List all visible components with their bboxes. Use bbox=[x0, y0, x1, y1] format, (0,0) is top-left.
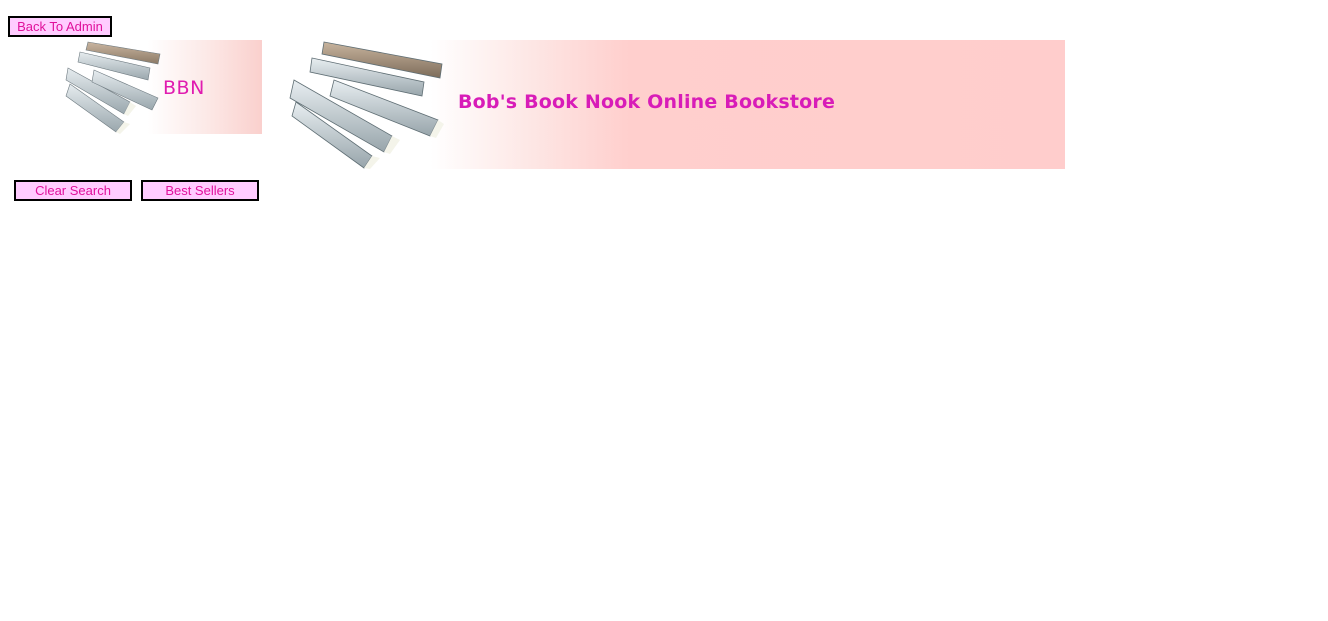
back-to-admin-button[interactable]: Back To Admin bbox=[8, 16, 112, 37]
logo-abbreviation: BBN bbox=[163, 77, 205, 99]
store-banner: Bob's Book Nook Online Bookstore bbox=[272, 40, 1065, 169]
best-sellers-button[interactable]: Best Sellers bbox=[141, 180, 259, 201]
store-title: Bob's Book Nook Online Bookstore bbox=[458, 91, 836, 113]
clear-search-button[interactable]: Clear Search bbox=[14, 180, 132, 201]
bbn-logo: BBN bbox=[8, 40, 262, 134]
books-stack-icon bbox=[65, 41, 161, 134]
